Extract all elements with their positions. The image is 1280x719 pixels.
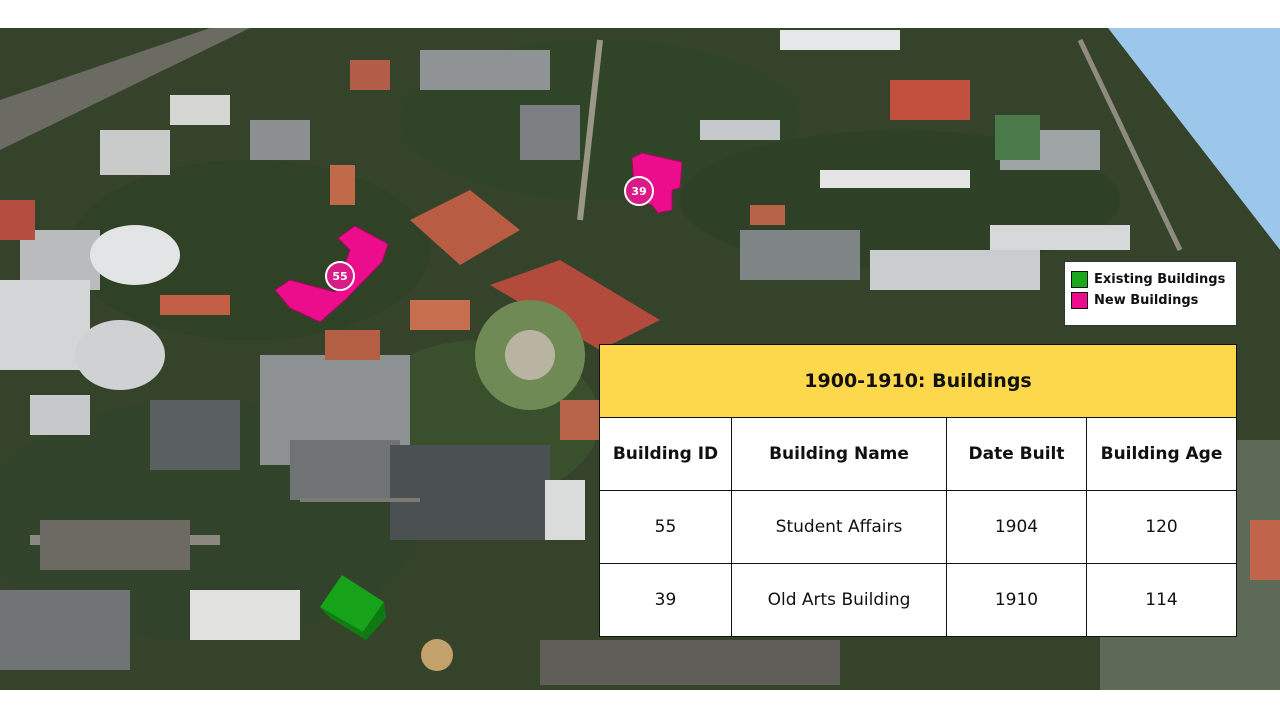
building-marker-55[interactable]: 55 xyxy=(325,261,355,291)
header-building-id: Building ID xyxy=(599,417,732,491)
table-header-row: Building ID Building Name Date Built Bui… xyxy=(599,417,1238,491)
table-row: 55 Student Affairs 1904 120 xyxy=(599,490,1238,564)
cell-building-age: 120 xyxy=(1085,490,1238,564)
building-marker-39[interactable]: 39 xyxy=(624,176,654,206)
cell-building-id: 39 xyxy=(599,563,732,637)
legend-item-existing: Existing Buildings xyxy=(1071,269,1236,289)
cell-building-age: 114 xyxy=(1085,563,1238,637)
table-title: 1900-1910: Buildings xyxy=(598,344,1238,418)
legend-label-existing: Existing Buildings xyxy=(1094,271,1226,287)
existing-buildings-swatch xyxy=(1071,270,1088,288)
buildings-table: 1900-1910: Buildings Building ID Buildin… xyxy=(598,344,1238,637)
legend-label-new: New Buildings xyxy=(1094,292,1199,308)
header-building-name: Building Name xyxy=(731,417,947,491)
header-building-age: Building Age xyxy=(1085,417,1238,491)
cell-date-built: 1910 xyxy=(946,563,1087,637)
buildings-table-panel: 1900-1910: Buildings Building ID Buildin… xyxy=(598,344,1238,637)
cell-building-name: Student Affairs xyxy=(731,490,947,564)
cell-date-built: 1904 xyxy=(946,490,1087,564)
new-buildings-swatch xyxy=(1071,291,1088,309)
cell-building-id: 55 xyxy=(599,490,732,564)
header-date-built: Date Built xyxy=(946,417,1087,491)
cell-building-name: Old Arts Building xyxy=(731,563,947,637)
table-row: 39 Old Arts Building 1910 114 xyxy=(599,563,1238,637)
legend-item-new: New Buildings xyxy=(1071,290,1236,310)
map-legend: Existing Buildings New Buildings xyxy=(1064,261,1237,326)
